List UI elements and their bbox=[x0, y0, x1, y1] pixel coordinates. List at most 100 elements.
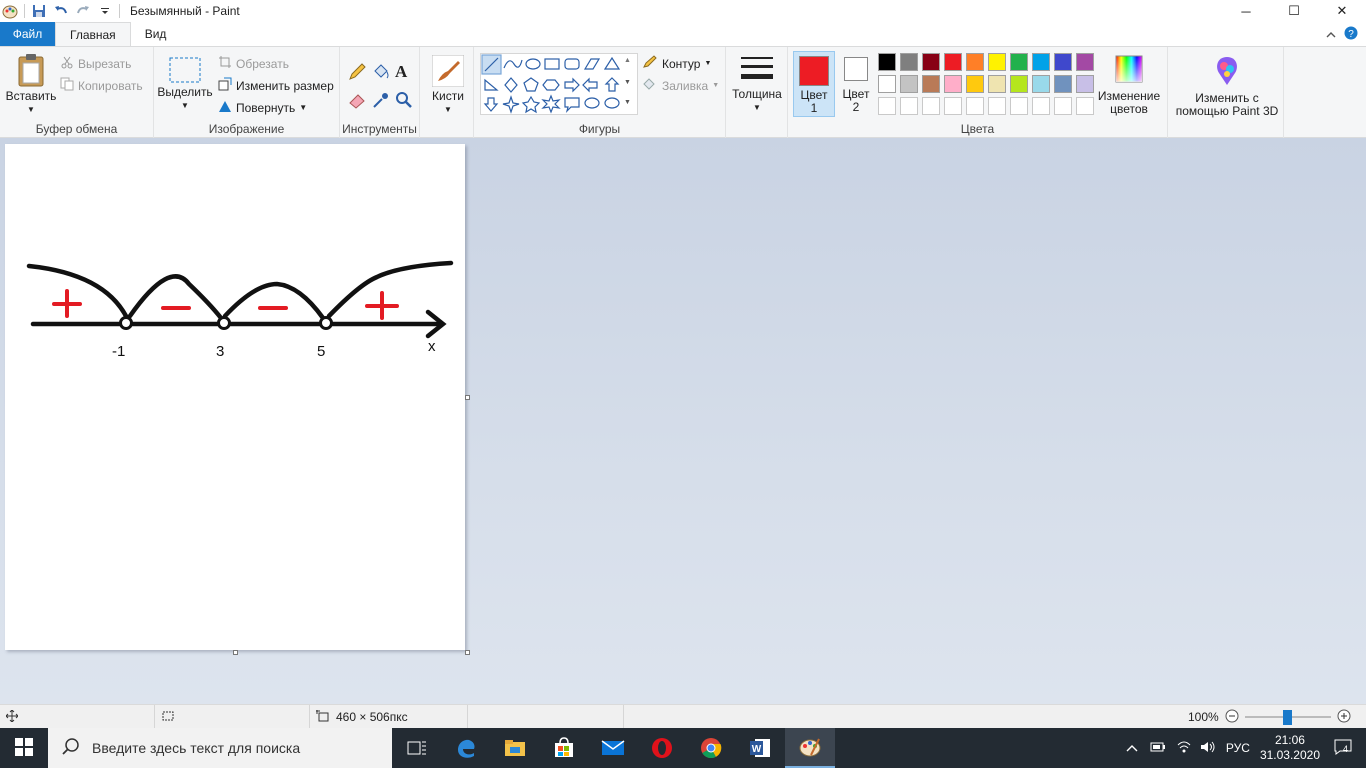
palette-swatch-empty[interactable] bbox=[922, 97, 940, 115]
opera-icon[interactable] bbox=[638, 728, 686, 768]
tab-home[interactable]: Главная bbox=[55, 22, 131, 46]
paint-taskbar-icon[interactable] bbox=[785, 728, 835, 768]
palette-swatch[interactable] bbox=[988, 75, 1006, 93]
zoom-out-icon[interactable] bbox=[1225, 709, 1239, 726]
undo-icon[interactable] bbox=[53, 3, 69, 19]
show-hidden-icons-icon[interactable] bbox=[1126, 741, 1138, 755]
palette-swatch[interactable] bbox=[1076, 53, 1094, 71]
fill-button[interactable]: Заливка ▼ bbox=[642, 77, 719, 94]
brushes-button[interactable]: Кисти ▼ bbox=[426, 54, 470, 116]
palette-swatch[interactable] bbox=[922, 53, 940, 71]
input-language[interactable]: РУС bbox=[1226, 741, 1250, 755]
tab-file[interactable]: Файл bbox=[0, 22, 55, 46]
maximize-button[interactable]: ☐ bbox=[1270, 0, 1318, 22]
edit-colors-button[interactable]: Изменение цветов bbox=[1096, 55, 1162, 116]
clock[interactable]: 21:06 31.03.2020 bbox=[1260, 733, 1320, 763]
drawing-canvas[interactable]: -1 3 5 x bbox=[5, 144, 465, 650]
palette-swatch[interactable] bbox=[966, 75, 984, 93]
paste-button[interactable]: Вставить ▼ bbox=[6, 53, 56, 116]
notifications-icon[interactable]: 4 bbox=[1334, 739, 1352, 758]
gallery-up-icon[interactable]: ▲ bbox=[624, 57, 631, 64]
palette-swatch[interactable] bbox=[944, 53, 962, 71]
cut-button[interactable]: Вырезать bbox=[60, 55, 131, 72]
file-explorer-icon[interactable] bbox=[491, 728, 539, 768]
help-icon[interactable]: ? bbox=[1344, 26, 1358, 43]
minimize-button[interactable]: ─ bbox=[1222, 0, 1270, 22]
crop-button[interactable]: Обрезать bbox=[218, 55, 289, 72]
wifi-icon[interactable] bbox=[1176, 740, 1192, 757]
palette-swatch-empty[interactable] bbox=[1010, 97, 1028, 115]
palette-swatch[interactable] bbox=[900, 75, 918, 93]
rotate-button[interactable]: Повернуть ▼ bbox=[218, 99, 307, 116]
mail-icon[interactable] bbox=[589, 728, 637, 768]
magnifier-icon[interactable] bbox=[395, 91, 413, 112]
zoom-in-icon[interactable] bbox=[1337, 709, 1351, 726]
outline-button[interactable]: Контур ▼ bbox=[642, 55, 711, 72]
store-icon[interactable] bbox=[540, 728, 588, 768]
palette-swatch-empty[interactable] bbox=[878, 97, 896, 115]
zoom-slider-thumb[interactable] bbox=[1282, 710, 1292, 725]
palette-swatch-empty[interactable] bbox=[1054, 97, 1072, 115]
palette-swatch-empty[interactable] bbox=[966, 97, 984, 115]
palette-swatch[interactable] bbox=[900, 53, 918, 71]
color-picker-icon[interactable] bbox=[372, 91, 390, 112]
chrome-icon[interactable] bbox=[687, 728, 735, 768]
paste-label: Вставить bbox=[5, 89, 57, 103]
select-button[interactable]: Выделить ▼ bbox=[157, 57, 213, 112]
rotate-label: Повернуть bbox=[236, 100, 296, 115]
word-icon[interactable]: W bbox=[736, 728, 784, 768]
palette-swatch[interactable] bbox=[1032, 75, 1050, 93]
palette-swatch[interactable] bbox=[1032, 53, 1050, 71]
palette-swatch[interactable] bbox=[878, 53, 896, 71]
eraser-icon[interactable] bbox=[348, 91, 366, 112]
edit-colors-label-2: цветов bbox=[1110, 102, 1148, 116]
resize-handle-right[interactable] bbox=[465, 395, 470, 400]
color1-button[interactable]: Цвет 1 bbox=[793, 51, 835, 117]
gallery-down-icon[interactable]: ▼ bbox=[624, 79, 631, 86]
customize-toolbar-icon[interactable] bbox=[97, 3, 113, 19]
size-group: Толщина ▼ bbox=[726, 47, 788, 138]
close-button[interactable]: ✕ bbox=[1318, 0, 1366, 22]
palette-swatch[interactable] bbox=[1010, 75, 1028, 93]
palette-swatch-empty[interactable] bbox=[944, 97, 962, 115]
clock-time: 21:06 bbox=[1274, 733, 1305, 747]
palette-swatch[interactable] bbox=[1010, 53, 1028, 71]
separator bbox=[119, 4, 120, 18]
palette-swatch[interactable] bbox=[1076, 75, 1094, 93]
size-button[interactable]: Толщина ▼ bbox=[730, 55, 784, 114]
redo-icon[interactable] bbox=[75, 3, 91, 19]
tab-view[interactable]: Вид bbox=[131, 22, 181, 46]
palette-swatch-empty[interactable] bbox=[1076, 97, 1094, 115]
collapse-ribbon-icon[interactable] bbox=[1326, 28, 1336, 42]
gallery-expand-icon[interactable]: ▼ bbox=[624, 99, 631, 106]
resize-handle-bottom[interactable] bbox=[233, 650, 238, 655]
palette-swatch[interactable] bbox=[988, 53, 1006, 71]
palette-swatch-empty[interactable] bbox=[1032, 97, 1050, 115]
color2-button[interactable]: Цвет 2 bbox=[838, 57, 874, 114]
palette-swatch-empty[interactable] bbox=[988, 97, 1006, 115]
palette-swatch[interactable] bbox=[1054, 75, 1072, 93]
edge-icon[interactable] bbox=[442, 728, 490, 768]
text-tool-icon[interactable]: A bbox=[395, 62, 407, 82]
start-button[interactable] bbox=[0, 728, 48, 768]
palette-swatch[interactable] bbox=[1054, 53, 1072, 71]
fill-bucket-icon[interactable] bbox=[372, 63, 390, 84]
color-spectrum-icon bbox=[1115, 55, 1143, 86]
battery-icon[interactable] bbox=[1150, 741, 1166, 756]
pencil-icon[interactable] bbox=[348, 63, 366, 84]
resize-handle-corner[interactable] bbox=[465, 650, 470, 655]
palette-swatch[interactable] bbox=[878, 75, 896, 93]
taskbar-search[interactable]: Введите здесь текст для поиска bbox=[48, 728, 392, 768]
palette-swatch[interactable] bbox=[944, 75, 962, 93]
drawing: -1 3 5 x bbox=[26, 260, 454, 360]
volume-icon[interactable] bbox=[1200, 740, 1216, 757]
palette-swatch[interactable] bbox=[966, 53, 984, 71]
copy-button[interactable]: Копировать bbox=[60, 77, 143, 94]
zoom-slider[interactable] bbox=[1244, 710, 1331, 725]
save-icon[interactable] bbox=[31, 3, 47, 19]
resize-button[interactable]: Изменить размер bbox=[218, 77, 334, 94]
task-view-icon[interactable] bbox=[393, 728, 441, 768]
palette-swatch-empty[interactable] bbox=[900, 97, 918, 115]
palette-swatch[interactable] bbox=[922, 75, 940, 93]
paint3d-button[interactable]: Изменить с помощью Paint 3D bbox=[1172, 55, 1282, 118]
